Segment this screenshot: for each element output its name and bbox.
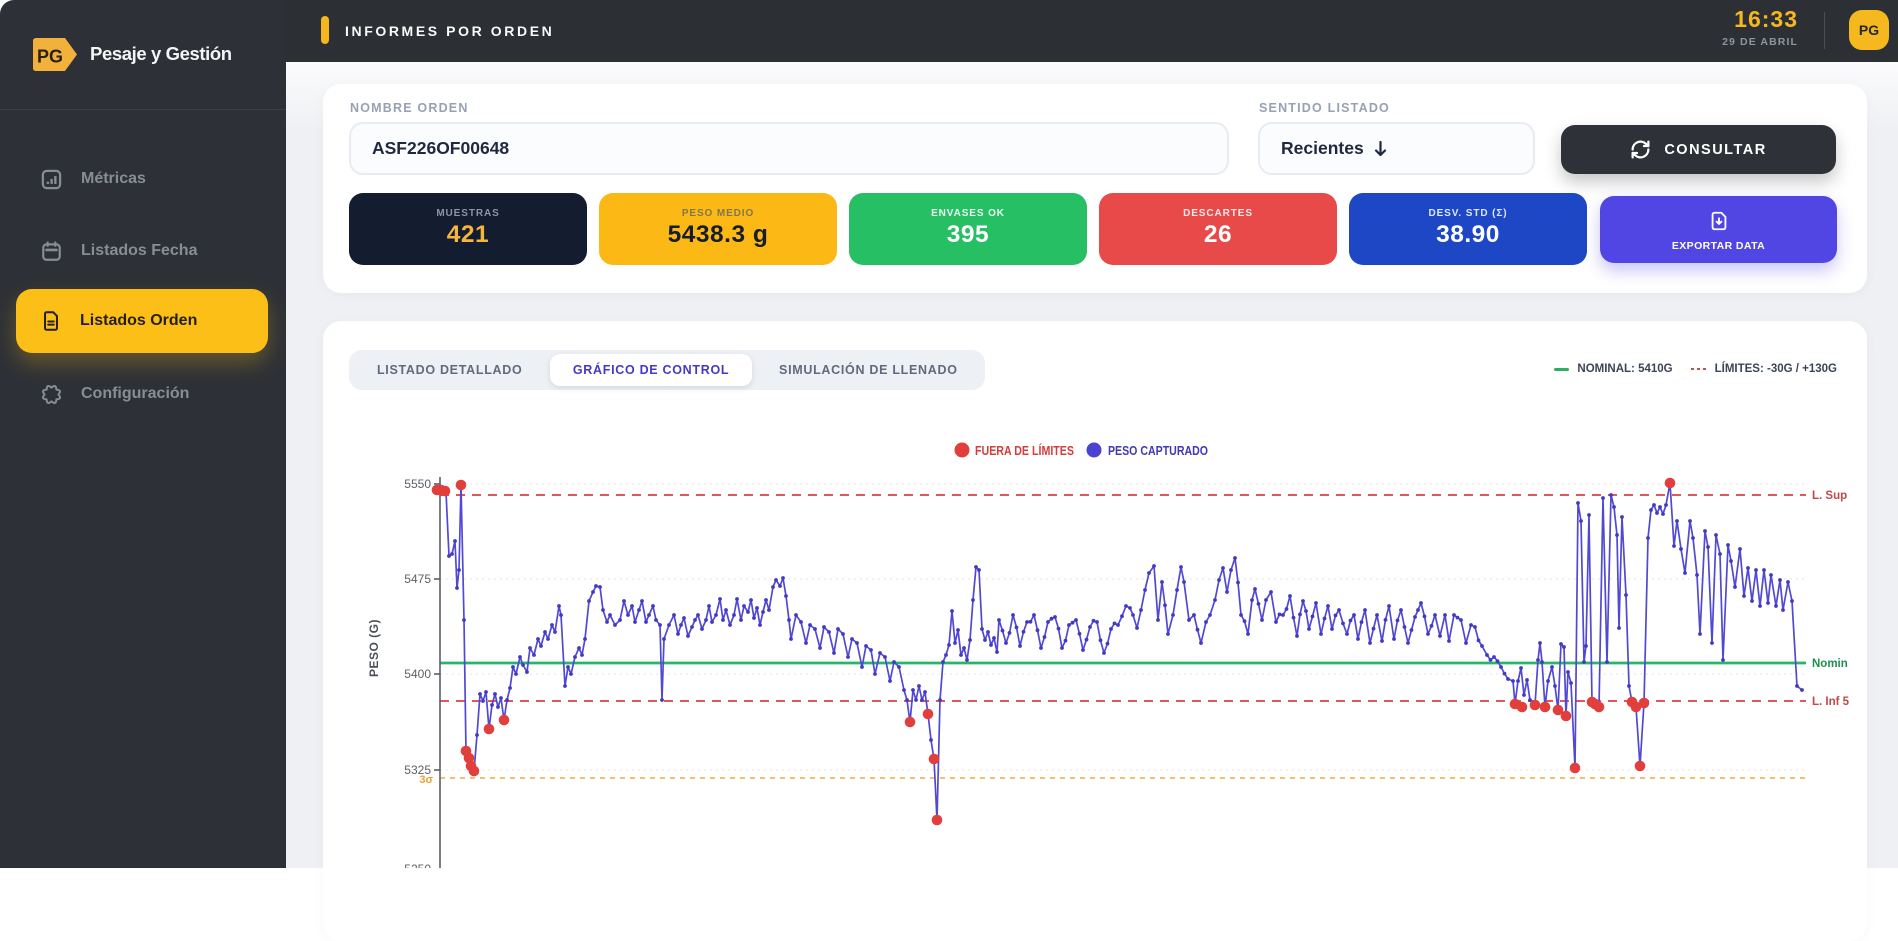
- svg-text:PG: PG: [37, 47, 63, 67]
